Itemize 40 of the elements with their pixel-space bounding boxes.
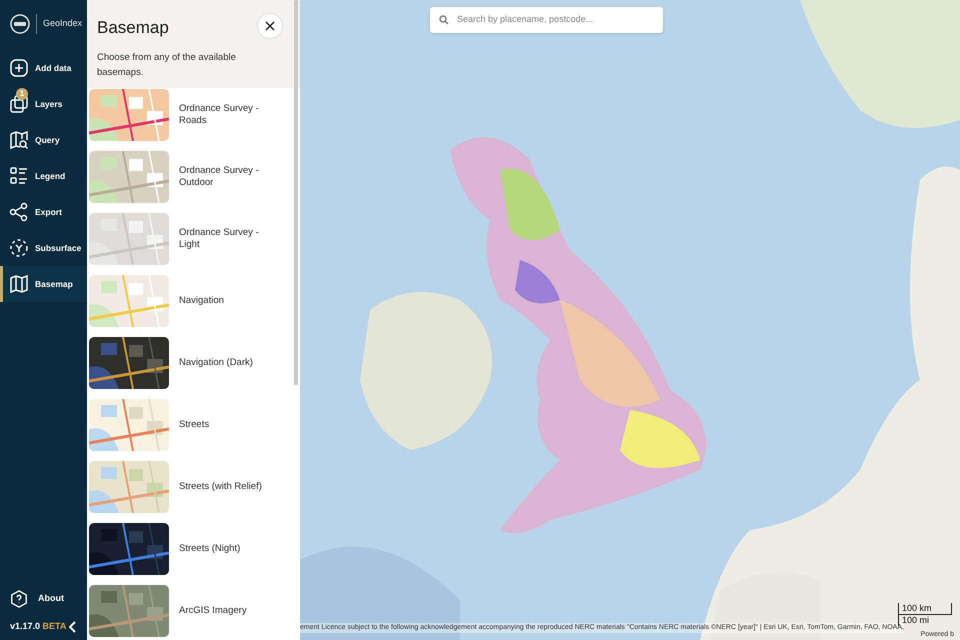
scale-bar: 100 mi <box>898 614 952 626</box>
app-name: GeoIndex <box>43 17 82 30</box>
basemap-option[interactable]: Streets (with Relief) <box>89 461 292 513</box>
basemap-option[interactable]: Streets <box>89 399 292 451</box>
map-search-icon <box>9 130 29 150</box>
nav-item[interactable]: 1 Layers <box>0 86 87 122</box>
basemap-option[interactable]: Ordnance Survey - Outdoor <box>89 151 292 203</box>
list-icon <box>9 166 29 186</box>
target-icon <box>9 238 29 258</box>
basemap-option[interactable]: Ordnance Survey - Roads <box>89 89 292 141</box>
nav-item[interactable]: Legend <box>0 158 87 194</box>
layers-icon <box>9 94 29 114</box>
search-box[interactable]: Search by placename, postcode... <box>430 7 663 33</box>
logo-icon <box>10 14 30 34</box>
plus-icon <box>9 58 29 78</box>
map-icon <box>9 274 29 294</box>
search-icon <box>439 15 449 25</box>
close-button[interactable] <box>257 13 283 39</box>
share-icon <box>9 202 29 222</box>
panel-title: Basemap <box>97 17 169 39</box>
basemap-option[interactable]: ArcGIS Imagery <box>89 585 292 637</box>
nav-item[interactable]: Add data <box>0 50 87 86</box>
basemap-option[interactable]: Streets (Night) <box>89 523 292 575</box>
version-label: v1.17.0 BETA <box>10 620 66 634</box>
basemap-option[interactable]: Ordnance Survey - Light <box>89 213 292 265</box>
count-badge: 1 <box>16 88 28 100</box>
collapse-button[interactable] <box>69 621 77 633</box>
close-icon <box>265 21 275 31</box>
scale-bar: 100 km <box>898 603 952 615</box>
nav-item[interactable]: Query <box>0 122 87 158</box>
scrollbar[interactable] <box>294 0 298 385</box>
nav-item[interactable]: Export <box>0 194 87 230</box>
basemap-option[interactable]: Navigation (Dark) <box>89 337 292 389</box>
panel-description: Choose from any of the available basemaps. <box>97 51 237 80</box>
nav-item[interactable]: Subsurface <box>0 230 87 266</box>
search-field[interactable]: Search by placename, postcode... <box>457 13 654 27</box>
about-link[interactable]: About <box>0 584 87 614</box>
basemap-option[interactable]: Navigation <box>89 275 292 327</box>
nav-item[interactable]: Basemap <box>0 266 87 302</box>
help-icon <box>10 590 28 608</box>
